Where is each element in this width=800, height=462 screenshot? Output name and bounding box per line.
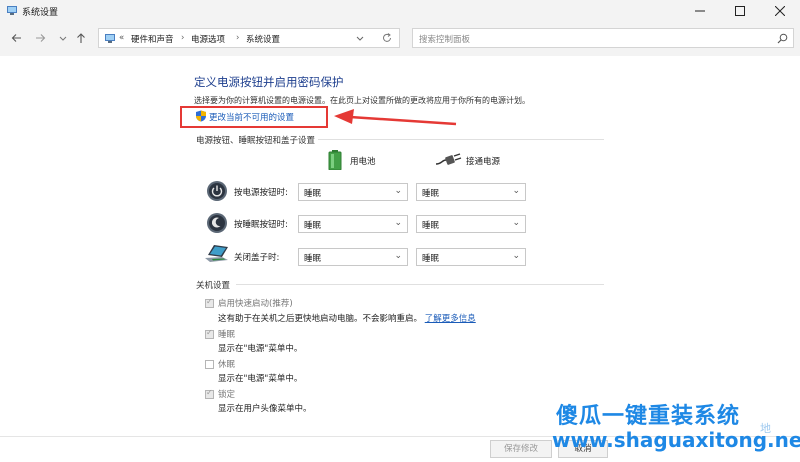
section-title-shutdown: 关机设置 bbox=[196, 281, 231, 291]
breadcrumb-power-options[interactable]: 电源选项 bbox=[191, 33, 225, 45]
page-description: 选择要为你的计算机设置的电源设置。在此页上对设置所做的更改将应用于你所有的电源计… bbox=[194, 96, 530, 105]
chevron-down-icon: ⌄ bbox=[394, 218, 402, 228]
breadcrumb-overflow[interactable]: « bbox=[119, 33, 124, 43]
page-title: 定义电源按钮并启用密码保护 bbox=[194, 75, 344, 89]
refresh-icon[interactable] bbox=[381, 32, 393, 44]
chevron-down-icon: ⌄ bbox=[512, 218, 520, 228]
forward-button[interactable] bbox=[33, 32, 47, 46]
search-icon[interactable] bbox=[777, 33, 788, 44]
section-title-power-buttons: 电源按钮、睡眠按钮和盖子设置 bbox=[196, 136, 316, 146]
address-bar[interactable]: « 硬件和声音 › 电源选项 › 系统设置 bbox=[98, 28, 400, 48]
lock-checkbox[interactable] bbox=[205, 388, 214, 399]
sleep-option-label: 睡眠 bbox=[218, 330, 236, 340]
arrow-up-icon bbox=[77, 33, 85, 43]
selected-value: 睡眠 bbox=[304, 189, 322, 199]
up-button[interactable] bbox=[74, 32, 88, 46]
power-button-label: 按电源按钮时: bbox=[234, 188, 288, 198]
breadcrumb-separator: › bbox=[236, 33, 240, 43]
learn-more-link[interactable]: 了解更多信息 bbox=[425, 314, 476, 324]
breadcrumb-separator: › bbox=[181, 33, 185, 43]
selected-value: 睡眠 bbox=[304, 221, 322, 231]
red-arrow-annotation bbox=[334, 109, 457, 126]
chevron-down-icon: ⌄ bbox=[394, 186, 402, 196]
power-button-icon bbox=[207, 181, 227, 201]
minimize-icon bbox=[695, 10, 705, 12]
chevron-down-icon[interactable] bbox=[355, 33, 365, 43]
chevron-down-icon: ⌄ bbox=[394, 251, 402, 261]
selected-value: 睡眠 bbox=[422, 254, 440, 264]
divider bbox=[236, 284, 604, 285]
minimize-button[interactable] bbox=[680, 0, 720, 22]
power-plug-icon bbox=[436, 153, 462, 165]
lock-option-description: 显示在用户头像菜单中。 bbox=[218, 404, 312, 414]
battery-icon bbox=[328, 150, 342, 170]
chevron-down-icon: ⌄ bbox=[512, 186, 520, 196]
back-button[interactable] bbox=[10, 32, 24, 46]
hibernate-option-description: 显示在"电源"菜单中。 bbox=[218, 374, 303, 384]
selected-value: 睡眠 bbox=[422, 221, 440, 231]
lid-close-battery-select[interactable]: 睡眠 ⌄ bbox=[298, 248, 408, 266]
control-panel-icon bbox=[105, 34, 115, 43]
power-button-plugged-select[interactable]: 睡眠 ⌄ bbox=[416, 183, 526, 201]
chevron-down-icon bbox=[59, 36, 67, 41]
window-title: 系统设置 bbox=[22, 8, 59, 18]
arrow-left-icon bbox=[11, 34, 21, 42]
lock-option-label: 锁定 bbox=[218, 390, 236, 400]
search-input[interactable]: 搜索控制面板 bbox=[412, 28, 794, 48]
sleep-option-description: 显示在"电源"菜单中。 bbox=[218, 344, 303, 354]
sleep-button-label: 按睡眠按钮时: bbox=[234, 220, 288, 230]
chevron-down-icon: ⌄ bbox=[512, 251, 520, 261]
hibernate-checkbox[interactable] bbox=[205, 360, 214, 369]
search-placeholder: 搜索控制面板 bbox=[419, 35, 471, 45]
selected-value: 睡眠 bbox=[304, 254, 322, 264]
sleep-button-icon bbox=[207, 213, 227, 233]
maximize-icon bbox=[735, 6, 745, 16]
breadcrumb-hardware-sound[interactable]: 硬件和声音 bbox=[131, 33, 174, 45]
column-header-battery: 用电池 bbox=[350, 157, 376, 167]
fast-startup-checkbox[interactable] bbox=[205, 297, 214, 308]
watermark-badge: 地 bbox=[760, 422, 771, 435]
lid-close-label: 关闭盖子时: bbox=[234, 253, 280, 263]
recent-locations-button[interactable] bbox=[56, 32, 70, 46]
watermark-title: 傻瓜一键重装系统 bbox=[556, 404, 741, 429]
laptop-lid-icon bbox=[205, 245, 228, 262]
sleep-checkbox[interactable] bbox=[205, 328, 214, 339]
arrow-right-icon bbox=[36, 34, 46, 42]
maximize-button[interactable] bbox=[720, 0, 760, 22]
close-button[interactable] bbox=[760, 0, 800, 22]
control-panel-icon bbox=[7, 6, 17, 15]
column-header-plugged-in: 接通电源 bbox=[466, 157, 501, 167]
power-button-battery-select[interactable]: 睡眠 ⌄ bbox=[298, 183, 408, 201]
sleep-button-plugged-select[interactable]: 睡眠 ⌄ bbox=[416, 215, 526, 233]
lid-close-plugged-select[interactable]: 睡眠 ⌄ bbox=[416, 248, 526, 266]
uac-shield-icon bbox=[196, 110, 206, 122]
selected-value: 睡眠 bbox=[422, 189, 440, 199]
save-changes-button[interactable]: 保存修改 bbox=[490, 440, 552, 458]
sleep-button-battery-select[interactable]: 睡眠 ⌄ bbox=[298, 215, 408, 233]
hibernate-option-label: 休眠 bbox=[218, 360, 236, 370]
fast-startup-desc-text: 这有助于在关机之后更快地启动电脑。不会影响重启。 bbox=[218, 314, 423, 324]
breadcrumb-system-settings[interactable]: 系统设置 bbox=[246, 33, 280, 45]
change-unavailable-settings-link[interactable]: 更改当前不可用的设置 bbox=[209, 111, 294, 123]
fast-startup-label: 启用快速启动(推荐) bbox=[218, 299, 293, 309]
close-icon bbox=[775, 6, 785, 16]
fast-startup-description: 这有助于在关机之后更快地启动电脑。不会影响重启。 了解更多信息 bbox=[218, 312, 476, 324]
divider bbox=[318, 139, 604, 140]
